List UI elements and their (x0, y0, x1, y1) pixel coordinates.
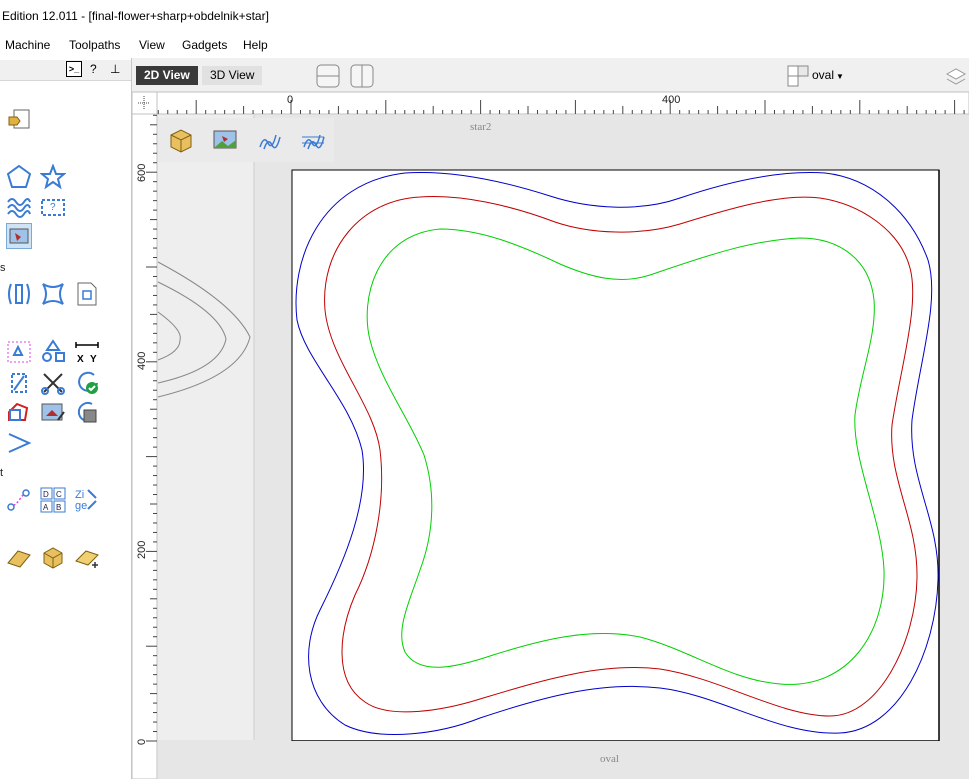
bottom-layer-label: oval (600, 753, 619, 765)
toolpath-preview-icon[interactable] (300, 127, 326, 153)
y-ruler-label: 200 (136, 540, 148, 559)
y-ruler-label: 600 (136, 163, 148, 182)
drawing-canvas[interactable] (0, 0, 969, 779)
material-box-icon[interactable] (168, 127, 194, 153)
toolpath-icon[interactable] (256, 127, 282, 153)
x-ruler-label: 400 (662, 94, 681, 106)
image-icon[interactable] (212, 127, 238, 153)
y-ruler-label: 400 (136, 351, 148, 370)
y-ruler-label: 0 (136, 738, 148, 745)
top-layer-label: star2 (470, 121, 492, 133)
x-ruler-label: 0 (287, 94, 294, 106)
